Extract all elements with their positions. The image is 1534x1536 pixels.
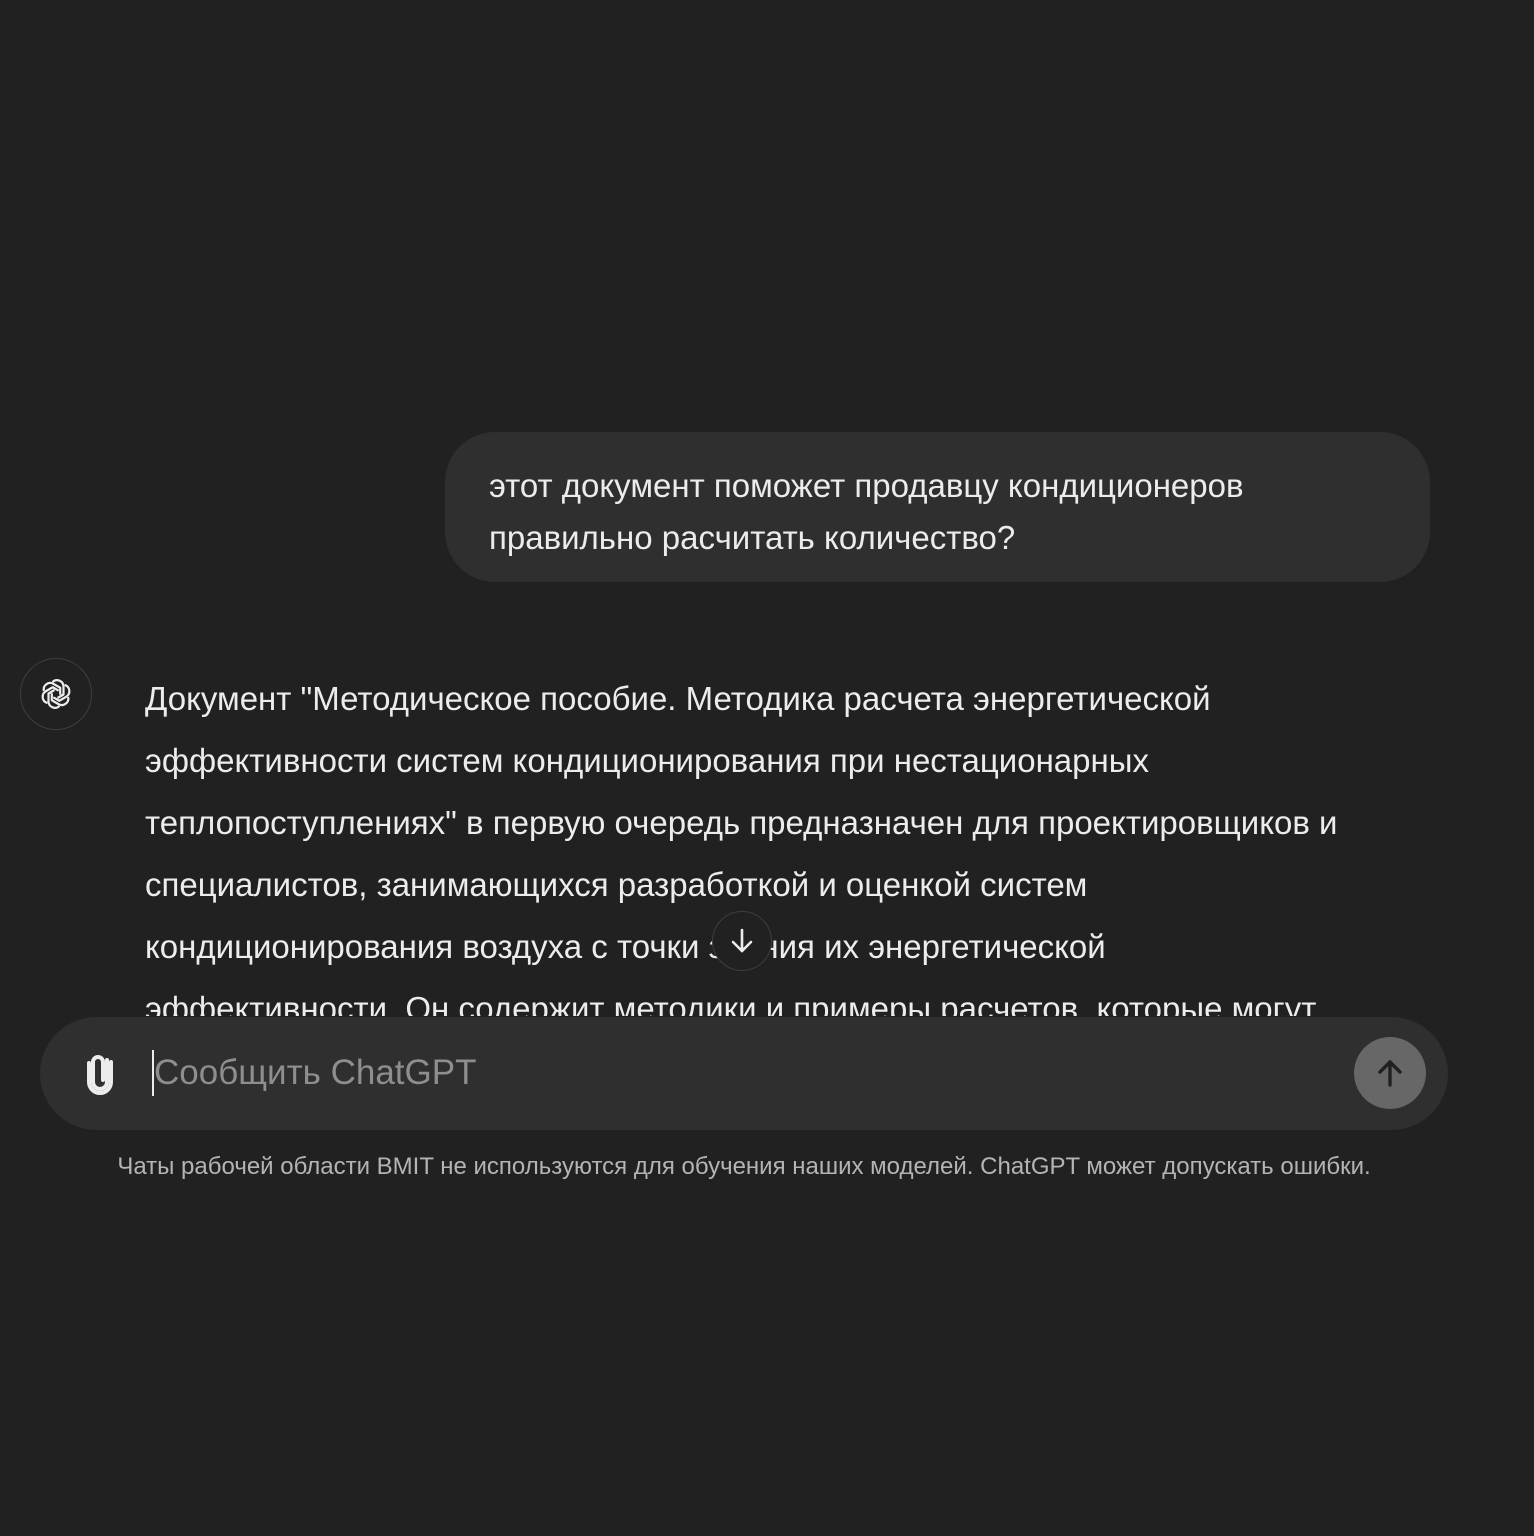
footer-disclaimer: Чаты рабочей области BMIT не используютс…: [117, 1153, 1371, 1180]
assistant-avatar: [20, 658, 92, 730]
arrow-down-icon: [731, 928, 753, 953]
assistant-message-line: Документ "Методическое пособие. Методика…: [145, 680, 1211, 717]
paperclip-icon: [87, 1055, 113, 1095]
user-message-line: правильно расчитать количество?: [489, 519, 1016, 556]
openai-logo-icon: [41, 679, 71, 709]
chat-page: этот документ поможет продавцу кондицион…: [0, 0, 1534, 1536]
message-input[interactable]: [154, 1042, 1334, 1104]
message-composer: [40, 1017, 1448, 1130]
assistant-message-line: теплопоступлениях" в первую очередь пред…: [145, 804, 1338, 841]
assistant-message-text: Документ "Методическое пособие. Методика…: [145, 668, 1445, 1016]
scroll-to-bottom-button[interactable]: [712, 911, 772, 971]
assistant-message-line: кондиционирования воздуха с точки зрения…: [145, 928, 1106, 965]
user-message-bubble: этот документ поможет продавцу кондицион…: [445, 432, 1430, 582]
user-message-line: этот документ поможет продавцу кондицион…: [489, 467, 1244, 504]
assistant-message-line: эффективности. Он содержит методики и пр…: [145, 990, 1317, 1016]
assistant-message: Документ "Методическое пособие. Методика…: [145, 668, 1445, 1016]
arrow-up-icon: [1378, 1060, 1402, 1087]
send-button[interactable]: [1354, 1037, 1426, 1109]
assistant-message-line: специалистов, занимающихся разработкой и…: [145, 866, 1088, 903]
assistant-message-line: эффективности систем кондиционирования п…: [145, 742, 1149, 779]
attach-file-button[interactable]: [76, 1045, 126, 1101]
